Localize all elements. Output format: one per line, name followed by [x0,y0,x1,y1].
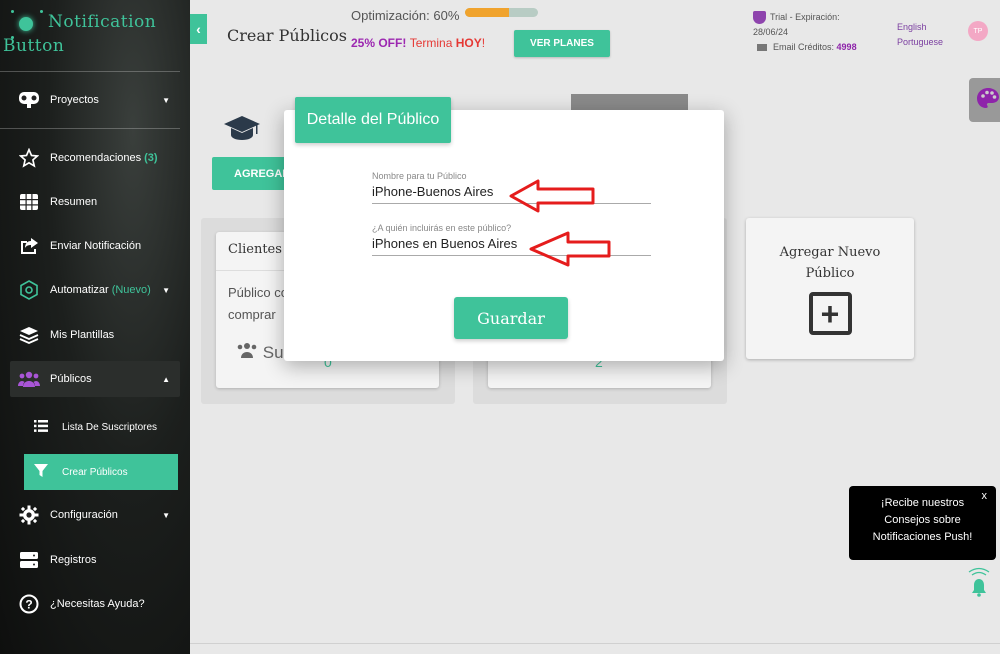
close-icon[interactable]: x [982,488,988,505]
sidebar-item-enviar-notificacion[interactable]: Enviar Notificación [10,228,180,264]
save-button[interactable]: Guardar [454,297,568,339]
logo-spark-icon [40,10,43,13]
sidebar-item-label: Registros [50,554,97,566]
users-icon [18,368,40,390]
sidebar: Notification Button Proyectos ▼ Recomend… [0,0,190,654]
push-tip-line1: ¡Recibe nuestros [880,497,965,509]
layers-icon [18,324,40,346]
sidebar-divider [0,128,180,129]
sidebar-item-label: Proyectos [50,94,99,106]
sidebar-item-registros[interactable]: Registros [10,542,180,578]
chevron-down-icon: ▼ [162,510,170,520]
app-logo[interactable]: Notification Button [0,6,190,66]
sidebar-item-automatizar[interactable]: Automatizar (Nuevo) ▼ [10,272,180,308]
push-tip-line3: Notificaciones Push! [872,531,973,543]
recommendations-count: (3) [144,152,158,164]
push-tip-line2: Consejos sobre [884,514,961,526]
sidebar-item-proyectos[interactable]: Proyectos ▼ [10,82,180,118]
star-icon [18,147,40,169]
sidebar-subitem-crear-publicos[interactable]: Crear Públicos [24,454,178,490]
chevron-down-icon: ▼ [162,285,170,295]
list-icon [34,419,50,435]
sidebar-item-label: Configuración [50,509,118,521]
logo-text-line2: Button [3,36,65,56]
sidebar-item-mis-plantillas[interactable]: Mis Plantillas [10,317,180,353]
notification-bell-icon[interactable] [967,565,991,602]
red-arrow-annotation [508,178,596,217]
logo-text-line1: Notification [48,12,157,32]
gear-icon [18,504,40,526]
red-arrow-annotation [528,230,612,271]
sidebar-item-label: Mis Plantillas [50,329,115,341]
share-icon [18,235,40,257]
sidebar-item-resumen[interactable]: Resumen [10,184,180,220]
sidebar-item-ayuda[interactable]: ? ¿Necesitas Ayuda? [10,586,180,622]
sidebar-subitem-label: Lista De Suscriptores [62,421,158,433]
sidebar-subitem-lista-suscriptores[interactable]: Lista De Suscriptores [24,409,178,445]
project-tree-icon [18,89,40,111]
server-icon [18,549,40,571]
automation-icon [18,279,40,301]
sidebar-item-recomendaciones[interactable]: Recomendaciones (3) [10,140,180,176]
sidebar-item-label: ¿Necesitas Ayuda? [50,598,145,610]
sidebar-item-label: Públicos [50,373,92,385]
chevron-up-icon: ▲ [162,374,170,384]
sidebar-divider [0,71,180,72]
sidebar-item-publicos[interactable]: Públicos ▲ [10,361,180,397]
sidebar-item-label: Enviar Notificación [50,240,142,252]
new-badge: (Nuevo) [111,284,151,296]
sidebar-item-label: Recomendaciones [50,152,142,164]
modal-title: Detalle del Público [295,97,451,143]
sidebar-item-configuracion[interactable]: Configuración ▼ [10,497,180,533]
logo-dot-icon [19,17,33,31]
chevron-down-icon: ▼ [162,95,170,105]
svg-text:?: ? [25,598,32,612]
sidebar-item-label: Resumen [50,196,98,208]
push-tips-popup[interactable]: x ¡Recibe nuestros Consejos sobre Notifi… [849,486,996,560]
grid-icon [18,191,40,213]
logo-spark-icon [11,10,14,13]
sidebar-item-label: Automatizar [50,284,109,296]
sidebar-subitem-label: Crear Públicos [62,466,128,478]
help-icon: ? [18,593,40,615]
filter-icon [34,463,50,481]
